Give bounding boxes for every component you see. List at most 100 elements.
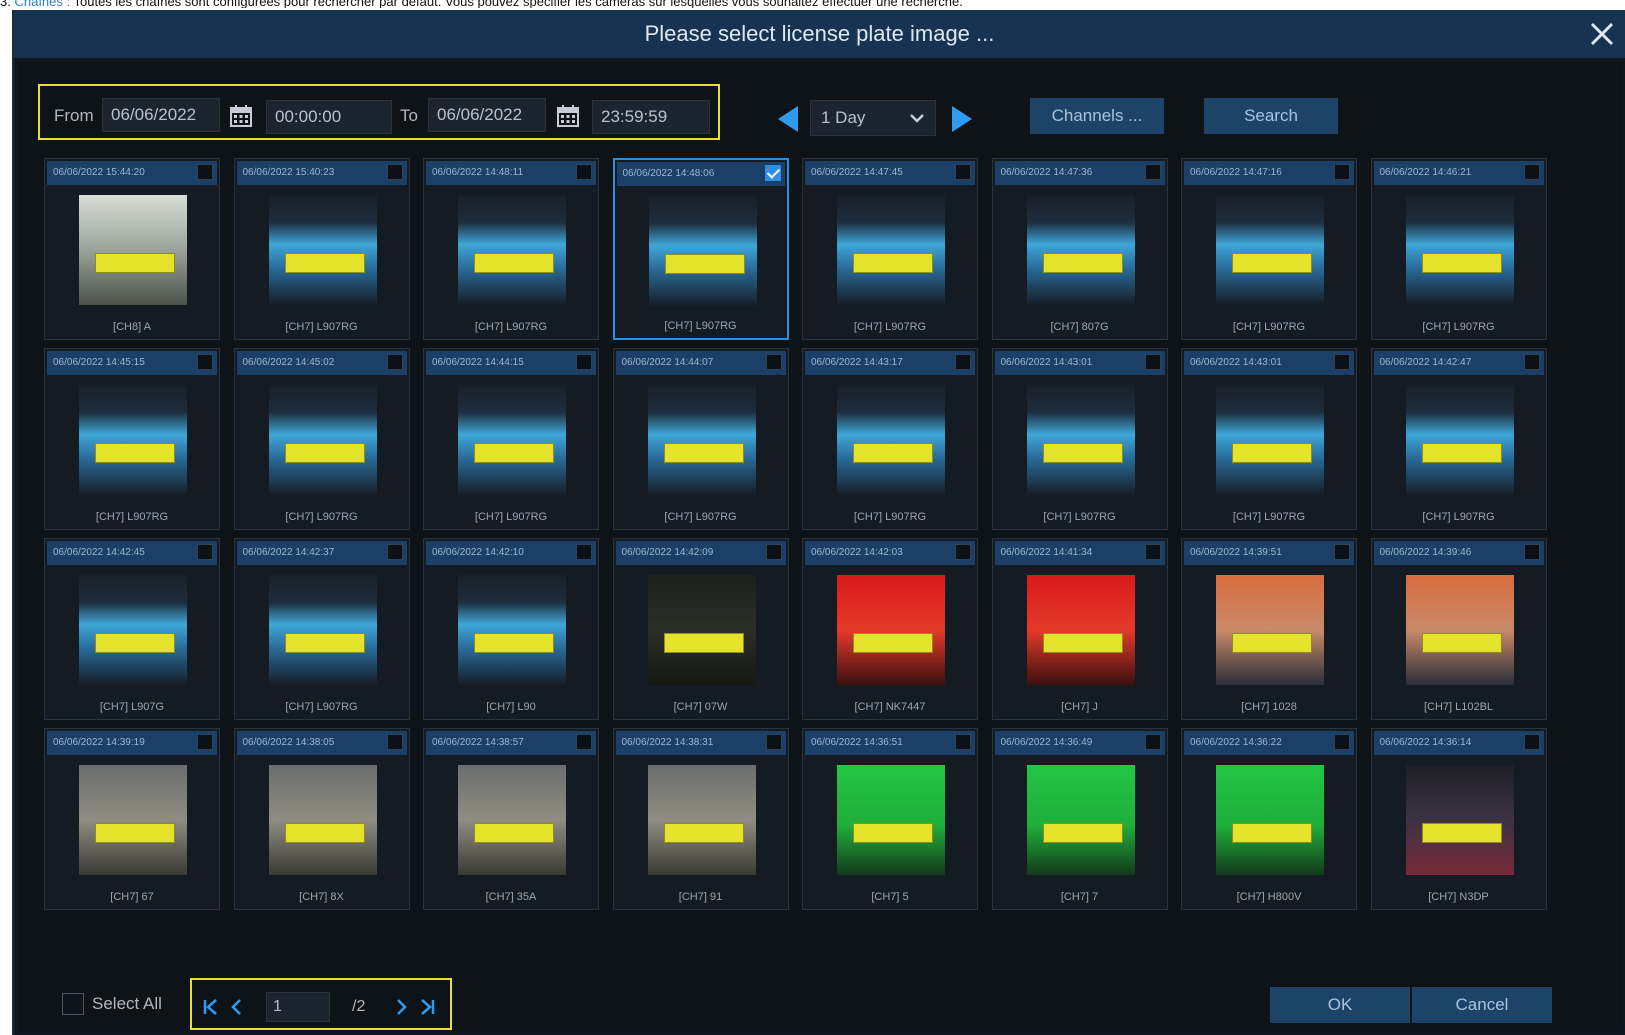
select-all-checkbox[interactable]: [62, 993, 84, 1015]
image-card[interactable]: 06/06/2022 14:47:36 [CH7] 807G: [991, 158, 1168, 340]
select-all-label[interactable]: Select All: [92, 990, 162, 1018]
image-card[interactable]: 06/06/2022 14:36:22 [CH7] H800V: [1181, 728, 1357, 910]
from-date-field[interactable]: 06/06/2022: [102, 98, 220, 132]
image-select-checkbox[interactable]: [197, 734, 213, 750]
plate-thumbnail[interactable]: [1405, 195, 1514, 305]
image-select-checkbox[interactable]: [1334, 164, 1350, 180]
plate-thumbnail[interactable]: [268, 195, 377, 305]
image-card[interactable]: 06/06/2022 14:42:37 [CH7] L907RG: [233, 538, 410, 720]
image-select-checkbox[interactable]: [955, 734, 971, 750]
image-card[interactable]: 06/06/2022 14:43:17 [CH7] L907RG: [802, 348, 978, 530]
image-card[interactable]: 06/06/2022 14:43:01 [CH7] L907RG: [1181, 348, 1357, 530]
image-card[interactable]: 06/06/2022 14:38:57 [CH7] 35A: [423, 728, 599, 910]
next-page-icon[interactable]: [392, 998, 410, 1016]
plate-thumbnail[interactable]: [79, 385, 187, 495]
image-select-checkbox[interactable]: [1144, 164, 1161, 180]
plate-thumbnail[interactable]: [837, 195, 945, 305]
plate-thumbnail[interactable]: [837, 765, 945, 875]
image-card[interactable]: 06/06/2022 14:36:51 [CH7] 5: [802, 728, 978, 910]
to-date-field[interactable]: 06/06/2022: [428, 98, 546, 132]
image-select-checkbox[interactable]: [576, 164, 592, 180]
previous-page-icon[interactable]: [228, 998, 246, 1016]
image-card[interactable]: 06/06/2022 14:36:49 [CH7] 7: [991, 728, 1168, 910]
image-card[interactable]: 06/06/2022 14:45:15 [CH7] L907RG: [44, 348, 220, 530]
plate-thumbnail[interactable]: [837, 575, 945, 685]
plate-thumbnail[interactable]: [458, 385, 566, 495]
image-select-checkbox[interactable]: [1334, 734, 1350, 750]
plate-thumbnail[interactable]: [1026, 195, 1135, 305]
plate-thumbnail[interactable]: [458, 575, 566, 685]
image-card[interactable]: 06/06/2022 14:42:45 [CH7] L907G: [44, 538, 220, 720]
image-select-checkbox[interactable]: [576, 354, 592, 370]
image-card[interactable]: 06/06/2022 14:47:45 [CH7] L907RG: [802, 158, 978, 340]
image-select-checkbox[interactable]: [1144, 734, 1161, 750]
to-time-field[interactable]: 23:59:59: [592, 100, 710, 134]
cancel-button[interactable]: Cancel: [1412, 987, 1552, 1023]
image-card[interactable]: 06/06/2022 14:42:03 [CH7] NK7447: [802, 538, 978, 720]
plate-thumbnail[interactable]: [1405, 385, 1514, 495]
plate-thumbnail[interactable]: [1405, 575, 1514, 685]
image-select-checkbox[interactable]: [386, 354, 403, 370]
from-time-field[interactable]: 00:00:00: [266, 100, 392, 134]
plate-thumbnail[interactable]: [458, 765, 566, 875]
image-card[interactable]: 06/06/2022 15:40:23 [CH7] L907RG: [233, 158, 410, 340]
plate-thumbnail[interactable]: [458, 195, 566, 305]
image-select-checkbox[interactable]: [1523, 734, 1540, 750]
image-card[interactable]: 06/06/2022 14:42:09 [CH7] 07W: [612, 538, 789, 720]
image-card[interactable]: 06/06/2022 14:39:46 [CH7] L102BL: [1370, 538, 1547, 720]
image-card[interactable]: 06/06/2022 14:43:01 [CH7] L907RG: [991, 348, 1168, 530]
plate-thumbnail[interactable]: [1216, 195, 1324, 305]
image-select-checkbox[interactable]: [955, 544, 971, 560]
image-select-checkbox[interactable]: [197, 354, 213, 370]
image-card[interactable]: 06/06/2022 14:48:11 [CH7] L907RG: [423, 158, 599, 340]
plate-thumbnail[interactable]: [79, 765, 187, 875]
image-select-checkbox[interactable]: [1523, 354, 1540, 370]
plate-thumbnail[interactable]: [1026, 385, 1135, 495]
image-select-checkbox[interactable]: [765, 354, 782, 370]
image-select-checkbox[interactable]: [1334, 354, 1350, 370]
image-select-checkbox[interactable]: [1144, 544, 1161, 560]
first-page-icon[interactable]: [202, 998, 220, 1016]
plate-thumbnail[interactable]: [647, 385, 756, 495]
image-select-checkbox[interactable]: [386, 544, 403, 560]
range-select[interactable]: 1 Day: [810, 100, 936, 136]
image-select-checkbox[interactable]: [576, 544, 592, 560]
image-card[interactable]: 06/06/2022 14:44:07 [CH7] L907RG: [612, 348, 789, 530]
image-select-checkbox[interactable]: [386, 164, 403, 180]
plate-thumbnail[interactable]: [647, 575, 756, 685]
channels-button[interactable]: Channels ...: [1030, 98, 1164, 134]
plate-thumbnail[interactable]: [837, 385, 945, 495]
plate-thumbnail[interactable]: [268, 385, 377, 495]
image-card[interactable]: 06/06/2022 14:48:06 [CH7] L907RG: [612, 158, 789, 340]
image-card[interactable]: 06/06/2022 14:45:02 [CH7] L907RG: [233, 348, 410, 530]
plate-thumbnail[interactable]: [648, 196, 757, 306]
plate-thumbnail[interactable]: [1405, 765, 1514, 875]
image-card[interactable]: 06/06/2022 14:47:16 [CH7] L907RG: [1181, 158, 1357, 340]
image-select-checkbox[interactable]: [1144, 354, 1161, 370]
plate-thumbnail[interactable]: [1216, 575, 1324, 685]
image-card[interactable]: 06/06/2022 15:44:20 [CH8] A: [44, 158, 220, 340]
image-select-checkbox[interactable]: [1334, 544, 1350, 560]
calendar-icon[interactable]: [556, 104, 580, 128]
plate-thumbnail[interactable]: [1026, 765, 1135, 875]
image-select-checkbox[interactable]: [197, 544, 213, 560]
plate-thumbnail[interactable]: [268, 765, 377, 875]
image-select-checkbox[interactable]: [1523, 544, 1540, 560]
plate-thumbnail[interactable]: [647, 765, 756, 875]
image-select-checkbox[interactable]: [576, 734, 592, 750]
plate-thumbnail[interactable]: [268, 575, 377, 685]
image-card[interactable]: 06/06/2022 14:39:51 [CH7] 1028: [1181, 538, 1357, 720]
image-select-checkbox[interactable]: [1523, 164, 1540, 180]
doc-link-channels[interactable]: Chaînes :: [14, 0, 70, 8]
ok-button[interactable]: OK: [1270, 987, 1410, 1023]
page-number-input[interactable]: 1: [266, 992, 330, 1022]
image-card[interactable]: 06/06/2022 14:41:34 [CH7] J: [991, 538, 1168, 720]
image-card[interactable]: 06/06/2022 14:44:15 [CH7] L907RG: [423, 348, 599, 530]
last-page-icon[interactable]: [418, 998, 436, 1016]
image-card[interactable]: 06/06/2022 14:42:10 [CH7] L90: [423, 538, 599, 720]
image-card[interactable]: 06/06/2022 14:39:19 [CH7] 67: [44, 728, 220, 910]
plate-thumbnail[interactable]: [1216, 765, 1324, 875]
calendar-icon[interactable]: [229, 104, 253, 128]
previous-range-icon[interactable]: [776, 104, 800, 134]
plate-thumbnail[interactable]: [1026, 575, 1135, 685]
